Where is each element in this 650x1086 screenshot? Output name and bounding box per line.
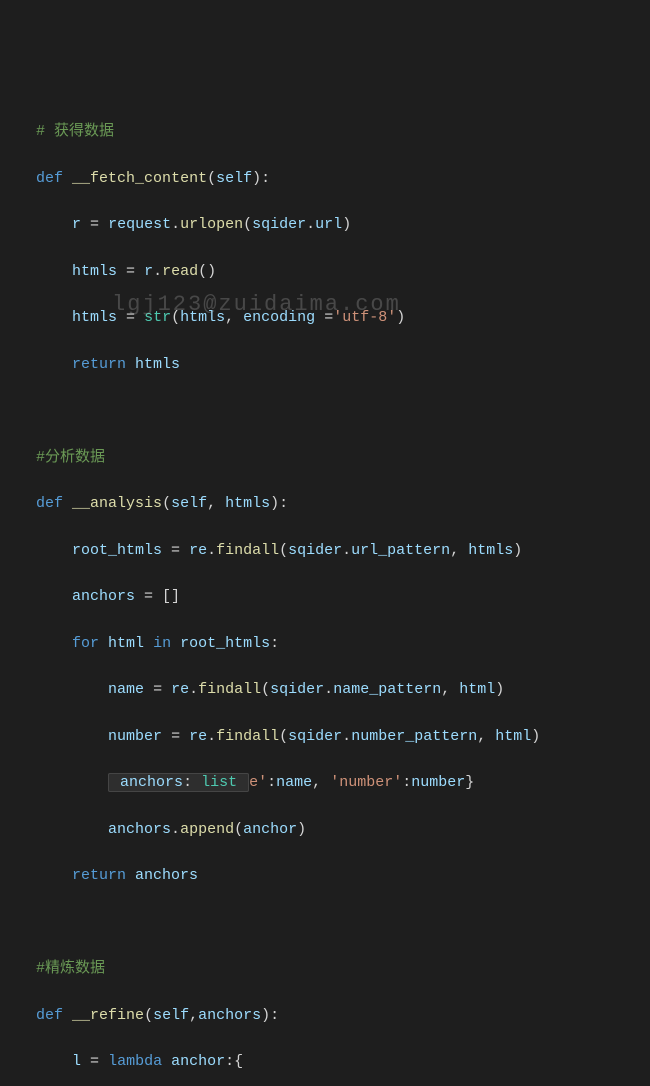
code-line: htmls = r.read() [0,260,650,283]
code-line: for html in root_htmls: [0,632,650,655]
code-line: number = re.findall(sqider.number_patter… [0,725,650,748]
code-line: def __analysis(self, htmls): [0,492,650,515]
code-line: # 获得数据 [0,120,650,143]
code-line: def __refine(self,anchors): [0,1004,650,1027]
blank-line [0,399,650,422]
code-line: def __fetch_content(self): [0,167,650,190]
code-line: r = request.urlopen(sqider.url) [0,213,650,236]
comment: #分析数据 [36,449,105,466]
code-editor[interactable]: # 获得数据 def __fetch_content(self): r = re… [0,97,650,1086]
code-line: htmls = str(htmls, encoding ='utf-8') [0,306,650,329]
code-line: root_htmls = re.findall(sqider.url_patte… [0,539,650,562]
blank-line [0,911,650,934]
comment: # 获得数据 [36,123,114,140]
code-line: name = re.findall(sqider.name_pattern, h… [0,678,650,701]
code-line: anchors: list e':name, 'number':number} [0,771,650,794]
comment: #精炼数据 [36,960,105,977]
code-line: l = lambda anchor:{ [0,1050,650,1073]
code-line: anchors.append(anchor) [0,818,650,841]
code-line: #精炼数据 [0,957,650,980]
code-line: return htmls [0,353,650,376]
code-line: #分析数据 [0,446,650,469]
code-line: anchors = [] [0,585,650,608]
code-line: return anchors [0,864,650,887]
type-hint-popup: anchors: list [108,773,249,792]
